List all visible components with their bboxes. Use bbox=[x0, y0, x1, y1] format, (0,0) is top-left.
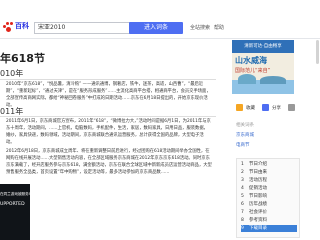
toc-item[interactable]: 6 历年战绩 bbox=[241, 201, 297, 208]
help-link[interactable]: 帮助 bbox=[214, 24, 224, 31]
section-text-2012: 2012年6月18日，京东商城成立周年、将在重新调整日前后进行，经过团购在618… bbox=[6, 149, 212, 175]
header-divider bbox=[0, 38, 320, 39]
scrollbar-thumb[interactable] bbox=[316, 40, 319, 64]
ad-subtitle: 国际范儿“来自” bbox=[235, 68, 271, 74]
site-logo[interactable]: 百科 bbox=[3, 21, 33, 33]
toc-item[interactable]: 1 节日介绍 bbox=[241, 161, 297, 168]
table-of-contents: 1 节日介绍 2 节日由来 3 活动历程 4 促销活动 5 节日影响 6 历年战绩 7 社会评… bbox=[236, 158, 300, 238]
section-text-2010: 2010年“京东618”，“悦品暑，清冷购” ——通讯通博，钢奢店，铁牛，迷茶，… bbox=[6, 82, 211, 108]
search-input[interactable]: 宋亚2010 bbox=[34, 22, 131, 34]
share-label[interactable]: 分享 bbox=[272, 105, 281, 111]
toc-item[interactable]: 4 促销活动 bbox=[241, 185, 297, 192]
toc-item[interactable]: 2 节日由来 bbox=[241, 169, 297, 176]
overlay-text-line: UPPORTED bbox=[0, 202, 25, 207]
header: 百科 宋亚2010 进入词条 全站搜索 帮助 bbox=[0, 0, 320, 38]
ad-headline: 山水威海 bbox=[235, 56, 267, 65]
section-text-2011: 2011年6月1日，京东商城官方宣布，2011年“618”，“微博拉力大，”活动… bbox=[6, 119, 211, 145]
ad-landscape-image bbox=[232, 74, 294, 94]
video-overlay: 在同兰游戏被服务可靠性 UPPORTED bbox=[0, 184, 30, 240]
edit-icon[interactable] bbox=[288, 104, 295, 111]
related-link-2[interactable]: 电商节 bbox=[236, 142, 250, 148]
section-divider bbox=[0, 79, 216, 80]
page-title: 年618节 bbox=[0, 52, 45, 65]
section-divider bbox=[0, 116, 216, 117]
toc-item[interactable]: 7 社会评价 bbox=[241, 209, 297, 216]
related-heading: 相关词条 bbox=[236, 123, 254, 128]
ad-top-text: 清新可达·自由畅享 bbox=[232, 40, 294, 53]
paw-icon bbox=[3, 22, 14, 32]
favorite-label[interactable]: 收藏 bbox=[246, 105, 255, 111]
section-heading-2010: 010年 bbox=[0, 69, 24, 78]
toc-item-active[interactable]: 9 下载目录 bbox=[241, 225, 297, 232]
overlay-text-line: 在同兰游戏被服务可靠性 bbox=[0, 192, 30, 196]
toc-item[interactable]: 5 节日影响 bbox=[241, 193, 297, 200]
logo-text: 百科 bbox=[15, 22, 29, 30]
site-search-link[interactable]: 全站搜索 bbox=[190, 24, 210, 31]
toc-item[interactable]: 8 参考资料 bbox=[241, 217, 297, 224]
ad-banner[interactable]: 清新可达·自由畅享 山水威海 国际范儿“来自” bbox=[232, 40, 294, 94]
toc-item[interactable]: 3 活动历程 bbox=[241, 177, 297, 184]
share-icon[interactable] bbox=[262, 104, 269, 111]
search-button[interactable]: 进入词条 bbox=[129, 22, 183, 34]
star-icon[interactable] bbox=[236, 104, 243, 111]
related-link-1[interactable]: 京东商城 bbox=[236, 132, 254, 138]
